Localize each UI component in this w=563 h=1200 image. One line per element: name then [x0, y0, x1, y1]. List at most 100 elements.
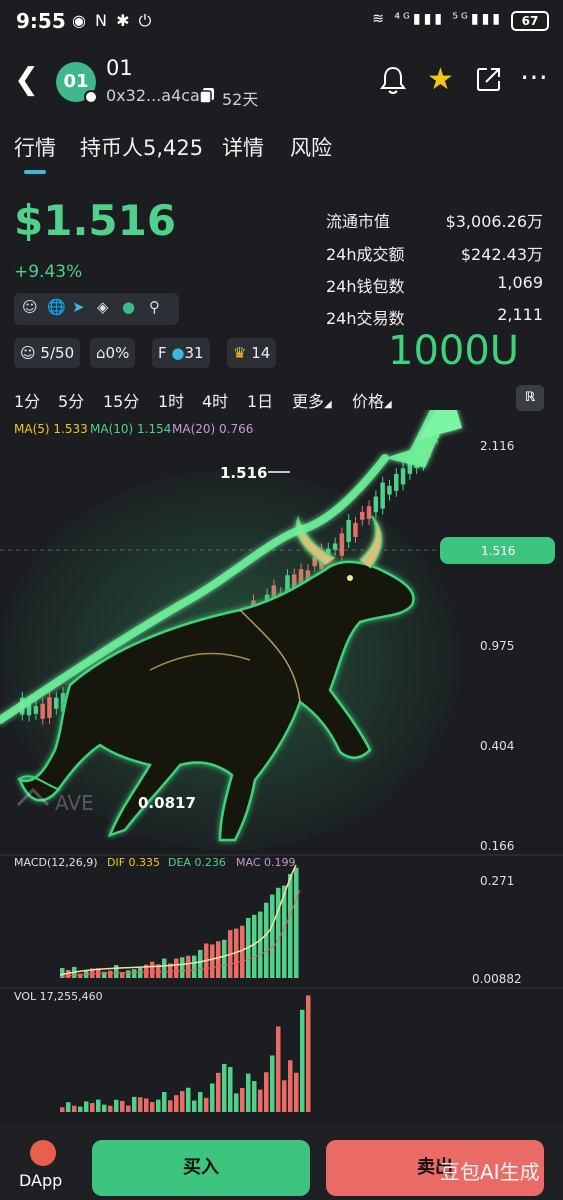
more-icon[interactable]: ⋯: [520, 60, 549, 93]
bell-icon[interactable]: [378, 64, 408, 96]
price-chart[interactable]: 1.516 0.0817 AVE 2.116 0.975 0.404 0.166…: [0, 410, 563, 1125]
f-coin-icon: ●: [171, 344, 185, 362]
tab-market[interactable]: 行情: [14, 132, 56, 162]
macd-title: MACD(12,26,9): [14, 856, 98, 869]
signal-icons: ≋ ⁴ᴳ▮▮▮ ⁵ᴳ▮▮▮: [372, 11, 503, 27]
volume-bar: [246, 1073, 251, 1112]
chart-settings-button[interactable]: ℝ: [516, 385, 544, 411]
volume-bar: [150, 1102, 155, 1112]
user-icon[interactable]: ☺: [22, 298, 38, 316]
volume-bar: [156, 1099, 161, 1112]
share-icon[interactable]: [476, 66, 502, 92]
dropdown-icon: ◢: [384, 399, 392, 410]
macd-bar: [210, 944, 215, 978]
y-axis-label: 0.166: [480, 839, 514, 853]
macd-bar: [252, 914, 257, 978]
dapp-icon[interactable]: [30, 1140, 56, 1166]
macd-bar: [192, 955, 197, 978]
macd-value: MAC 0.199: [236, 856, 296, 869]
chain-badge-icon: [84, 90, 98, 104]
volume-bar: [108, 1105, 113, 1112]
tab-risk[interactable]: 风险: [290, 132, 332, 162]
status-time: 9:55: [16, 9, 66, 33]
star-icon[interactable]: ★: [427, 62, 454, 97]
current-price-tag-text: 1.516: [481, 544, 515, 558]
volume-bar: [234, 1093, 239, 1112]
ave-watermark-text: AVE: [55, 791, 94, 815]
volume-bar: [210, 1083, 215, 1112]
house-chip[interactable]: ⌂0%: [90, 338, 136, 368]
holders-chip-value: 5/50: [40, 344, 75, 362]
candle: [380, 482, 385, 509]
timeframe-4h[interactable]: 4时: [202, 388, 228, 412]
y-axis-label: 0.404: [480, 739, 514, 753]
volume-bar: [306, 995, 311, 1112]
price-mode-select[interactable]: 价格◢: [352, 388, 392, 412]
f-chip-value: 31: [184, 344, 204, 362]
volume-bar: [186, 1087, 191, 1112]
stat-label-trades: 24h交易数: [326, 309, 405, 328]
volume-bar: [168, 1100, 173, 1112]
macd-bar: [198, 949, 203, 978]
holders-chip[interactable]: ☺ 5/50: [14, 338, 81, 368]
token-icon[interactable]: ●: [122, 298, 135, 316]
macd-axis-label: 0.00882: [472, 972, 522, 986]
volume-bar: [132, 1096, 137, 1112]
token-address[interactable]: 0x32...a4ca: [106, 86, 200, 105]
timeframe-1m[interactable]: 1分: [14, 388, 40, 412]
stat-value-wallets: 1,069: [497, 273, 543, 292]
macd-bar: [150, 961, 155, 978]
high-marker-label: 1.516: [220, 464, 267, 482]
house-icon: ⌂: [96, 344, 106, 362]
volume-bar: [90, 1103, 95, 1112]
macd-bar: [222, 939, 227, 978]
twitter-icon[interactable]: ◈: [97, 298, 109, 316]
macd-bar: [264, 902, 269, 978]
search-icon[interactable]: ⚲: [149, 298, 160, 316]
token-logo: 01: [56, 62, 98, 104]
tab-indicator: [24, 170, 46, 174]
macd-bar: [294, 867, 299, 978]
volume-bar: [192, 1100, 197, 1112]
macd-bar: [270, 894, 275, 978]
globe-icon[interactable]: 🌐: [47, 298, 66, 316]
trophy-icon: ♛: [233, 344, 247, 362]
volume-bars: [60, 995, 311, 1112]
tab-holders[interactable]: 持币人5,425: [80, 132, 203, 162]
trophy-chip[interactable]: ♛ 14: [227, 338, 277, 368]
ave-watermark-logo: AVE: [16, 787, 94, 815]
dapp-label[interactable]: DApp: [19, 1171, 62, 1190]
timeframe-15m[interactable]: 15分: [103, 388, 139, 412]
social-links: ☺ 🌐 ➤ ◈ ● ⚲: [14, 293, 179, 325]
volume-bar: [198, 1091, 203, 1112]
macd-bar: [174, 958, 179, 978]
volume-bar: [60, 1107, 65, 1112]
volume-bar: [294, 1072, 299, 1112]
macd-bar: [216, 941, 221, 978]
timeframe-5m[interactable]: 5分: [58, 388, 84, 412]
ai-watermark: 豆包AI生成: [440, 1160, 540, 1184]
volume-bar: [240, 1087, 245, 1112]
volume-bar: [96, 1099, 101, 1112]
f-chip-label: F: [158, 344, 167, 362]
tab-details[interactable]: 详情: [222, 132, 264, 162]
timeframe-more[interactable]: 更多◢: [292, 388, 332, 412]
f-chip[interactable]: F ●31: [152, 338, 210, 368]
macd-bar: [114, 965, 119, 978]
stat-value-trades: 2,111: [497, 305, 543, 324]
battery-icon: 67: [511, 11, 549, 31]
timeframe-1h[interactable]: 1时: [158, 388, 184, 412]
buy-button[interactable]: 买入: [92, 1140, 310, 1196]
back-icon[interactable]: ❮: [14, 62, 39, 97]
volume-bar: [270, 1055, 275, 1112]
token-logo-text: 01: [63, 71, 89, 92]
timeframe-1d[interactable]: 1日: [247, 388, 273, 412]
macd-bar: [240, 925, 245, 978]
token-name: 01: [106, 56, 133, 80]
telegram-icon[interactable]: ➤: [72, 298, 85, 316]
volume-bar: [216, 1072, 221, 1112]
volume-bar: [126, 1105, 131, 1112]
macd-bar: [180, 957, 185, 978]
copy-icon[interactable]: [198, 86, 216, 104]
price-value: $1.516: [14, 196, 177, 245]
